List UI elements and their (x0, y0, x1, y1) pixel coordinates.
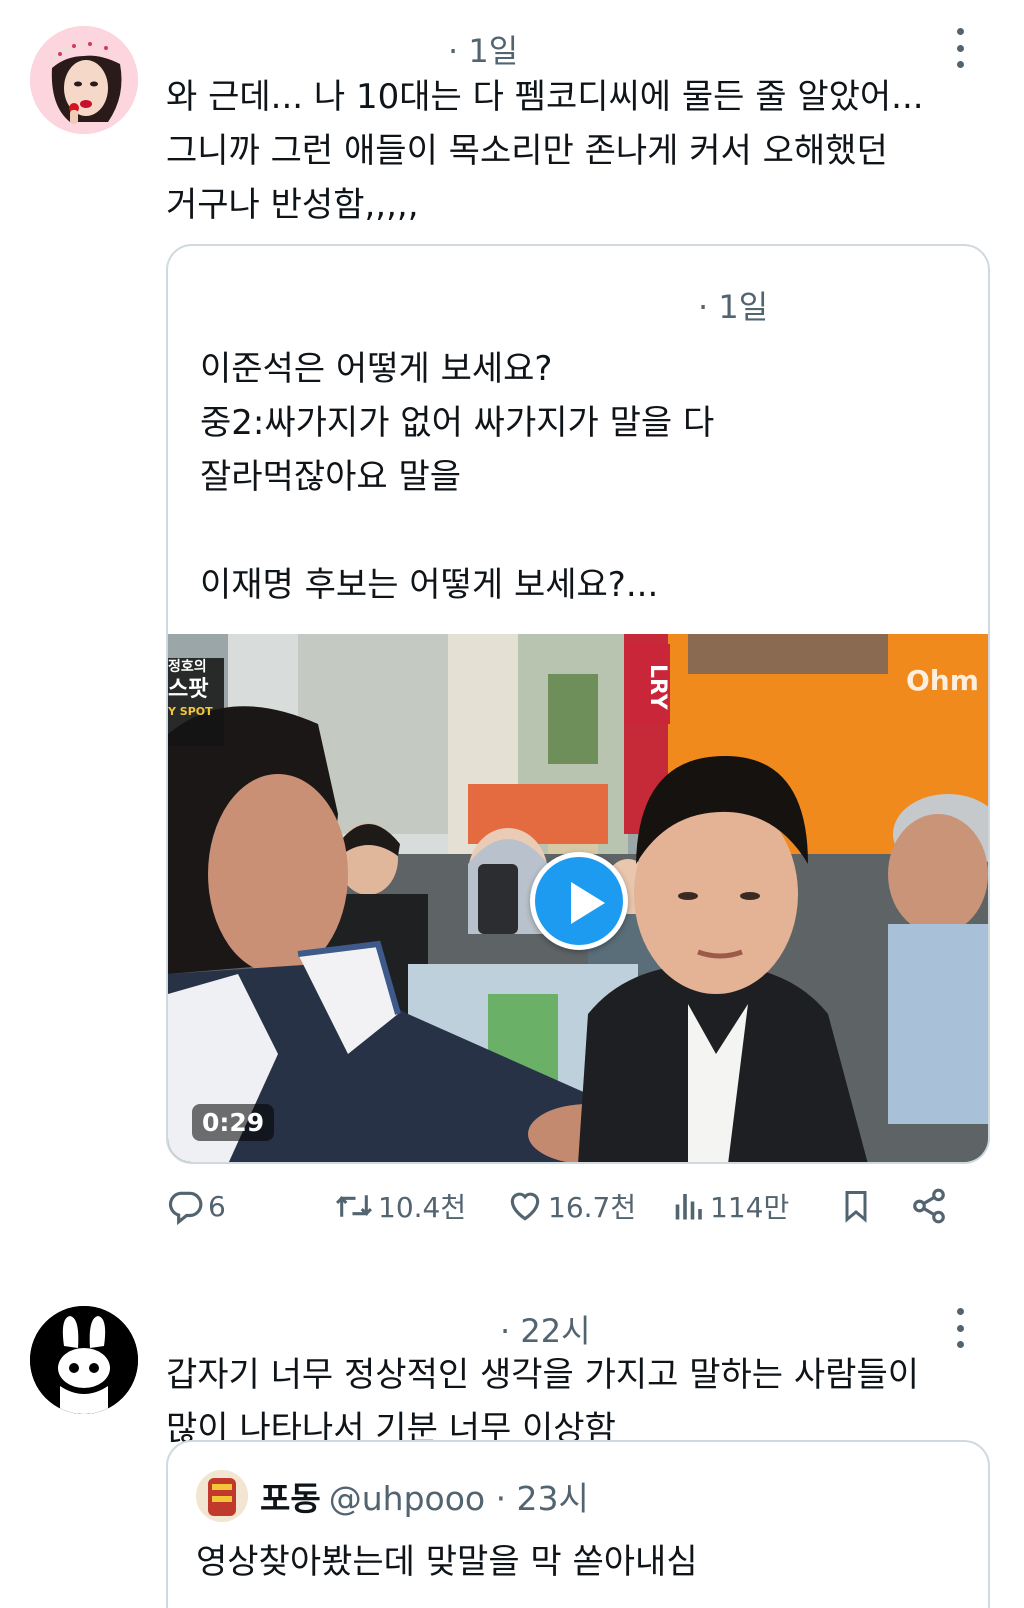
quote-time: · 1일 (698, 288, 769, 326)
views-icon (675, 1194, 702, 1220)
tweet[interactable]: · 22시 갑자기 너무 정상적인 생각을 가지고 말하는 사람들이 많이 나타… (0, 1270, 1024, 1608)
author-handle[interactable]: @uhpooo · 23시 (329, 1479, 589, 1518)
avatar[interactable] (196, 1470, 248, 1522)
views-button[interactable]: 114만 (670, 1178, 789, 1234)
quote-text: 이준석은 어떻게 보세요? 중2:싸가지가 없어 싸가지가 말을 다 잘라먹잖아… (200, 349, 715, 605)
views-count: 114만 (710, 1191, 790, 1224)
retweet-icon (335, 1195, 373, 1217)
play-icon[interactable] (530, 852, 628, 950)
video-duration: 0:29 (192, 1104, 275, 1141)
share-button[interactable] (910, 1178, 948, 1234)
quote-author: 포동 @uhpooo · 23시 (260, 1472, 589, 1520)
like-button[interactable]: 16.7천 (506, 1178, 636, 1234)
author-name[interactable]: 포동 (260, 1479, 321, 1518)
reply-button[interactable]: 6 (166, 1178, 226, 1234)
reply-icon (168, 1191, 203, 1225)
store-sign: Ohm (906, 664, 979, 697)
like-count: 16.7천 (548, 1191, 637, 1224)
bookmark-icon (845, 1191, 867, 1223)
more-icon[interactable] (950, 28, 970, 68)
timeline: · 1일 와 근데... 나 10대는 다 펨코디씨에 물든 줄 알았어... … (0, 0, 1024, 1608)
quoted-tweet[interactable]: 포동 @uhpooo · 23시 영상찾아봤는데 맞말을 막 쏟아내심 (166, 1440, 990, 1608)
reply-count: 6 (208, 1189, 226, 1223)
video-player[interactable]: 정호의 스팟 Y SPOT LRY Ohm 0:29 (168, 634, 988, 1162)
tweet[interactable]: · 1일 와 근데... 나 10대는 다 펨코디씨에 물든 줄 알았어... … (0, 0, 1024, 1270)
avatar[interactable] (30, 26, 138, 134)
retweet-button[interactable]: 10.4천 (334, 1178, 466, 1234)
avatar[interactable] (30, 1306, 138, 1414)
tweet-time[interactable]: · 1일 (448, 26, 518, 72)
action-bar: 6 10.4천 16.7천 114만 (166, 1178, 996, 1234)
tweet-time[interactable]: · 22시 (500, 1306, 591, 1352)
tweet-text: 와 근데... 나 10대는 다 펨코디씨에 물든 줄 알았어... 그니까 그… (166, 77, 924, 225)
bookmark-button[interactable] (838, 1178, 874, 1234)
share-icon (913, 1188, 945, 1224)
quote-text: 영상찾아봤는데 맞말을 막 쏟아내심 (196, 1542, 698, 1582)
quoted-tweet[interactable]: · 1일 이준석은 어떻게 보세요? 중2:싸가지가 없어 싸가지가 말을 다 … (166, 244, 990, 1164)
like-icon (510, 1192, 540, 1221)
store-banner: LRY (624, 644, 670, 724)
more-icon[interactable] (950, 1308, 970, 1348)
channel-logo: 정호의 스팟 Y SPOT (168, 658, 224, 746)
retweet-count: 10.4천 (378, 1191, 467, 1224)
